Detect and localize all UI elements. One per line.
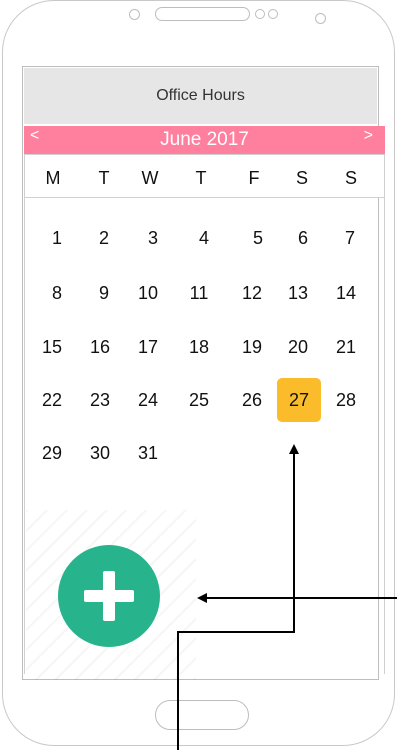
calendar-day[interactable]: 10: [126, 271, 170, 315]
calendar-day[interactable]: 23: [78, 378, 122, 422]
page-title: Office Hours: [156, 87, 245, 104]
calendar-day[interactable]: 5: [236, 216, 280, 260]
calendar-day[interactable]: 31: [126, 431, 170, 475]
calendar-day[interactable]: 28: [324, 378, 368, 422]
next-month-button[interactable]: >: [364, 127, 373, 145]
calendar-day[interactable]: 3: [131, 216, 175, 260]
calendar-day[interactable]: 25: [177, 378, 221, 422]
sensor-dot-icon: [268, 9, 278, 19]
calendar-day[interactable]: 4: [182, 216, 226, 260]
calendar-day[interactable]: 18: [177, 325, 221, 369]
calendar-day[interactable]: 26: [230, 378, 274, 422]
weekday-label: T: [195, 168, 207, 188]
weekday-label: W: [141, 168, 159, 188]
calendar-day[interactable]: 20: [276, 325, 320, 369]
sensor-dot-icon: [255, 9, 265, 19]
calendar-day[interactable]: 9: [82, 271, 126, 315]
calendar-day-selected[interactable]: 27: [277, 378, 321, 422]
calendar-day[interactable]: 29: [30, 431, 74, 475]
calendar-day[interactable]: 7: [328, 216, 372, 260]
calendar-day[interactable]: 19: [230, 325, 274, 369]
calendar-day[interactable]: 12: [230, 271, 274, 315]
calendar-day[interactable]: 17: [126, 325, 170, 369]
calendar-day[interactable]: 22: [30, 378, 74, 422]
calendar-day[interactable]: 16: [78, 325, 122, 369]
calendar-day[interactable]: 21: [324, 325, 368, 369]
plus-icon: [84, 571, 134, 621]
speaker-grille: [155, 7, 250, 21]
weekday-header: M T W T F S S: [24, 154, 385, 198]
calendar-day[interactable]: 15: [30, 325, 74, 369]
add-event-button[interactable]: [58, 545, 160, 647]
calendar-day[interactable]: 13: [276, 271, 320, 315]
weekday-label: S: [344, 168, 358, 188]
weekday-label: S: [295, 168, 309, 188]
calendar-day[interactable]: 8: [35, 271, 79, 315]
proximity-sensor-icon: [315, 13, 326, 24]
calendar-day[interactable]: 30: [78, 431, 122, 475]
weekday-label: M: [45, 168, 61, 188]
weekday-label: F: [248, 168, 260, 188]
calendar-day[interactable]: 6: [281, 216, 325, 260]
month-label: June 2017: [160, 129, 249, 150]
calendar-day[interactable]: 24: [126, 378, 170, 422]
calendar-day[interactable]: 2: [82, 216, 126, 260]
calendar-day[interactable]: 14: [324, 271, 368, 315]
home-button[interactable]: [155, 700, 249, 730]
calendar-day[interactable]: 1: [35, 216, 79, 260]
title-bar: Office Hours: [24, 68, 377, 124]
front-camera-icon: [129, 9, 140, 20]
weekday-label: T: [98, 168, 110, 188]
month-nav-bar: < June 2017 >: [24, 126, 385, 154]
calendar-day[interactable]: 11: [177, 271, 221, 315]
